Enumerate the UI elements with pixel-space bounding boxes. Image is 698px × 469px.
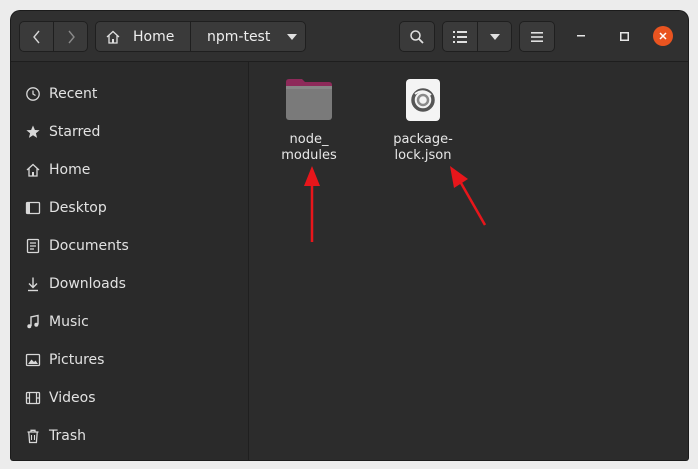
breadcrumb-current[interactable]: npm-test xyxy=(190,21,306,52)
sidebar-item-label: Recent xyxy=(49,86,98,102)
desktop-icon xyxy=(25,201,41,215)
dropdown-arrow-icon xyxy=(489,33,500,40)
sidebar-item-music[interactable]: Music xyxy=(11,303,248,341)
file-name: package- lock.json xyxy=(393,132,453,163)
sidebar-item-label: Videos xyxy=(49,390,96,406)
sidebar-item-label: Pictures xyxy=(49,352,105,368)
sidebar-item-label: Desktop xyxy=(49,200,107,216)
music-icon xyxy=(27,314,39,329)
home-icon xyxy=(106,30,120,44)
sidebar-item-label: Trash xyxy=(49,428,86,444)
sidebar-item-label: Starred xyxy=(49,124,101,140)
header-bar: Home npm-test xyxy=(11,11,688,62)
home-icon xyxy=(26,163,40,177)
sidebar-item-pictures[interactable]: Pictures xyxy=(11,341,248,379)
downloads-icon xyxy=(28,277,38,292)
sidebar-item-label: Downloads xyxy=(49,276,126,292)
search-icon xyxy=(410,29,424,44)
sidebar-item-desktop[interactable]: Desktop xyxy=(11,189,248,227)
close-icon xyxy=(659,32,667,40)
minimize-icon xyxy=(577,35,585,37)
file-item-package-lock-json[interactable]: package- lock.json xyxy=(378,76,468,164)
chevron-right-icon xyxy=(67,30,75,43)
folder-icon xyxy=(286,79,332,120)
menu-button[interactable] xyxy=(519,21,555,52)
hamburger-menu-icon xyxy=(531,31,543,42)
star-icon xyxy=(26,125,40,138)
sidebar-item-label: Music xyxy=(49,314,89,330)
sidebar-item-documents[interactable]: Documents xyxy=(11,227,248,265)
places-sidebar: Recent Starred Home Desktop Documents Do… xyxy=(11,62,249,460)
file-manager-window: Home npm-test Recent Starred Home Deskto… xyxy=(11,11,688,460)
dropdown-arrow-icon xyxy=(287,33,298,40)
file-name: node_ modules xyxy=(281,132,337,163)
list-view-icon xyxy=(453,30,467,43)
videos-icon xyxy=(25,391,41,405)
sidebar-item-label: Home xyxy=(49,162,91,178)
json-file-icon xyxy=(406,79,440,121)
back-button[interactable] xyxy=(19,21,54,52)
arrow-package-lock xyxy=(450,166,487,226)
sidebar-item-home[interactable]: Home xyxy=(11,151,248,189)
maximize-button[interactable] xyxy=(614,26,634,46)
view-options-button[interactable] xyxy=(477,21,512,52)
forward-button[interactable] xyxy=(53,21,88,52)
sidebar-item-videos[interactable]: Videos xyxy=(11,379,248,417)
sidebar-item-downloads[interactable]: Downloads xyxy=(11,265,248,303)
search-button[interactable] xyxy=(399,21,435,52)
documents-icon xyxy=(26,238,40,254)
clock-icon xyxy=(26,87,40,101)
breadcrumb-home[interactable]: Home xyxy=(95,21,191,52)
maximize-icon xyxy=(619,31,629,41)
arrow-node-modules xyxy=(304,166,320,242)
sidebar-item-starred[interactable]: Starred xyxy=(11,113,248,151)
close-button[interactable] xyxy=(653,26,673,46)
sidebar-item-label: Documents xyxy=(49,238,129,254)
view-list-button[interactable] xyxy=(442,21,478,52)
trash-icon xyxy=(27,429,39,444)
breadcrumb-label: npm-test xyxy=(207,28,271,45)
breadcrumb-label: Home xyxy=(133,28,175,45)
chevron-left-icon xyxy=(32,30,40,43)
file-item-node-modules[interactable]: node_ modules xyxy=(264,76,354,164)
sidebar-item-recent[interactable]: Recent xyxy=(11,75,248,113)
sidebar-item-trash[interactable]: Trash xyxy=(11,417,248,455)
minimize-button[interactable] xyxy=(571,26,591,46)
pictures-icon xyxy=(25,353,41,367)
file-view: node_ modules package- lock.json xyxy=(249,62,688,460)
